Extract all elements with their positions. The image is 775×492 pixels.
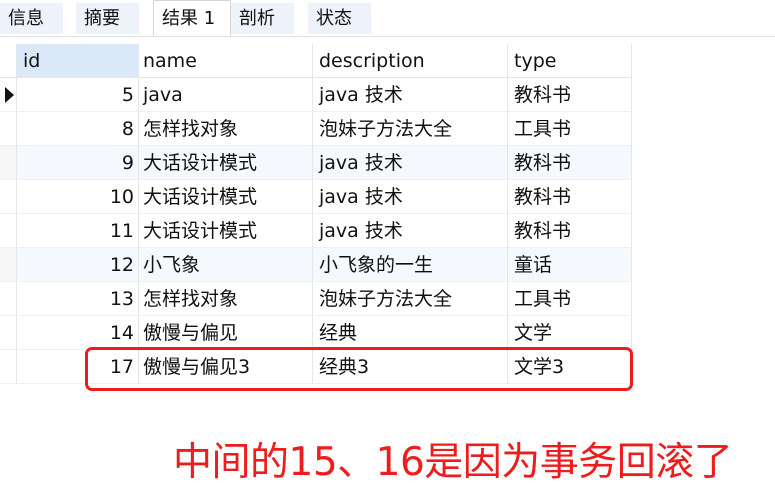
table-row[interactable]: 8 怎样找对象 泡妹子方法大全 工具书 (0, 112, 632, 146)
red-highlight-box (85, 347, 633, 391)
header-gutter (0, 44, 17, 78)
cell-type[interactable]: 工具书 (508, 282, 632, 316)
cell-description[interactable]: 小飞象的一生 (313, 248, 508, 282)
table-row[interactable]: 11 大话设计模式 java 技术 教科书 (0, 214, 632, 248)
cell-id[interactable]: 8 (17, 112, 139, 146)
column-header-id[interactable]: id (17, 44, 139, 78)
cell-id[interactable]: 12 (17, 248, 139, 282)
cell-description[interactable]: 经典 (313, 316, 508, 350)
cell-description[interactable]: java 技术 (313, 180, 508, 214)
table-row[interactable]: 9 大话设计模式 java 技术 教科书 (0, 146, 632, 180)
table-row[interactable]: 14 傲慢与偏见 经典 文学 (0, 316, 632, 350)
cell-type[interactable]: 教科书 (508, 214, 632, 248)
column-header-type[interactable]: type (508, 44, 632, 78)
cell-description[interactable]: java 技术 (313, 214, 508, 248)
cell-type[interactable]: 教科书 (508, 78, 632, 112)
row-selector[interactable] (0, 248, 17, 282)
cell-id[interactable]: 10 (17, 180, 139, 214)
table-row[interactable]: 5 java java 技术 教科书 (0, 78, 632, 112)
cell-name[interactable]: 怎样找对象 (139, 112, 313, 146)
tab-status[interactable]: 状态 (308, 3, 371, 34)
cell-description[interactable]: java 技术 (313, 78, 508, 112)
current-row-pointer-icon (5, 87, 14, 103)
row-selector[interactable] (0, 78, 17, 112)
row-selector[interactable] (0, 214, 17, 248)
grid-header: id name description type (0, 44, 632, 78)
tab-info[interactable]: 信息 (0, 3, 63, 34)
cell-id[interactable]: 9 (17, 146, 139, 180)
cell-type[interactable]: 文学 (508, 316, 632, 350)
row-selector[interactable] (0, 180, 17, 214)
row-selector[interactable] (0, 282, 17, 316)
cell-type[interactable]: 教科书 (508, 180, 632, 214)
cell-description[interactable]: 泡妹子方法大全 (313, 282, 508, 316)
table-row[interactable]: 12 小飞象 小飞象的一生 童话 (0, 248, 632, 282)
cell-type[interactable]: 童话 (508, 248, 632, 282)
result-grid: id name description type 5 java java 技术 … (0, 44, 632, 384)
result-tabs: 信息 摘要 结果 1 剖析 状态 (0, 0, 775, 37)
cell-name[interactable]: java (139, 78, 313, 112)
row-selector[interactable] (0, 350, 17, 384)
row-selector[interactable] (0, 146, 17, 180)
cell-id[interactable]: 11 (17, 214, 139, 248)
cell-id[interactable]: 13 (17, 282, 139, 316)
table-row[interactable]: 13 怎样找对象 泡妹子方法大全 工具书 (0, 282, 632, 316)
cell-name[interactable]: 大话设计模式 (139, 180, 313, 214)
annotation-text: 中间的15、16是因为事务回滚了 (173, 440, 733, 485)
row-selector[interactable] (0, 112, 17, 146)
row-selector[interactable] (0, 316, 17, 350)
cell-type[interactable]: 教科书 (508, 146, 632, 180)
cell-name[interactable]: 大话设计模式 (139, 146, 313, 180)
tab-summary[interactable]: 摘要 (76, 3, 139, 34)
cell-description[interactable]: java 技术 (313, 146, 508, 180)
cell-name[interactable]: 傲慢与偏见 (139, 316, 313, 350)
cell-id[interactable]: 14 (17, 316, 139, 350)
cell-name[interactable]: 小飞象 (139, 248, 313, 282)
table-row[interactable]: 10 大话设计模式 java 技术 教科书 (0, 180, 632, 214)
tab-result-1[interactable]: 结果 1 (153, 0, 231, 36)
column-header-description[interactable]: description (313, 44, 508, 78)
cell-description[interactable]: 泡妹子方法大全 (313, 112, 508, 146)
cell-type[interactable]: 工具书 (508, 112, 632, 146)
cell-id[interactable]: 5 (17, 78, 139, 112)
cell-name[interactable]: 大话设计模式 (139, 214, 313, 248)
tab-profile[interactable]: 剖析 (231, 3, 294, 34)
cell-name[interactable]: 怎样找对象 (139, 282, 313, 316)
column-header-name[interactable]: name (139, 44, 313, 78)
